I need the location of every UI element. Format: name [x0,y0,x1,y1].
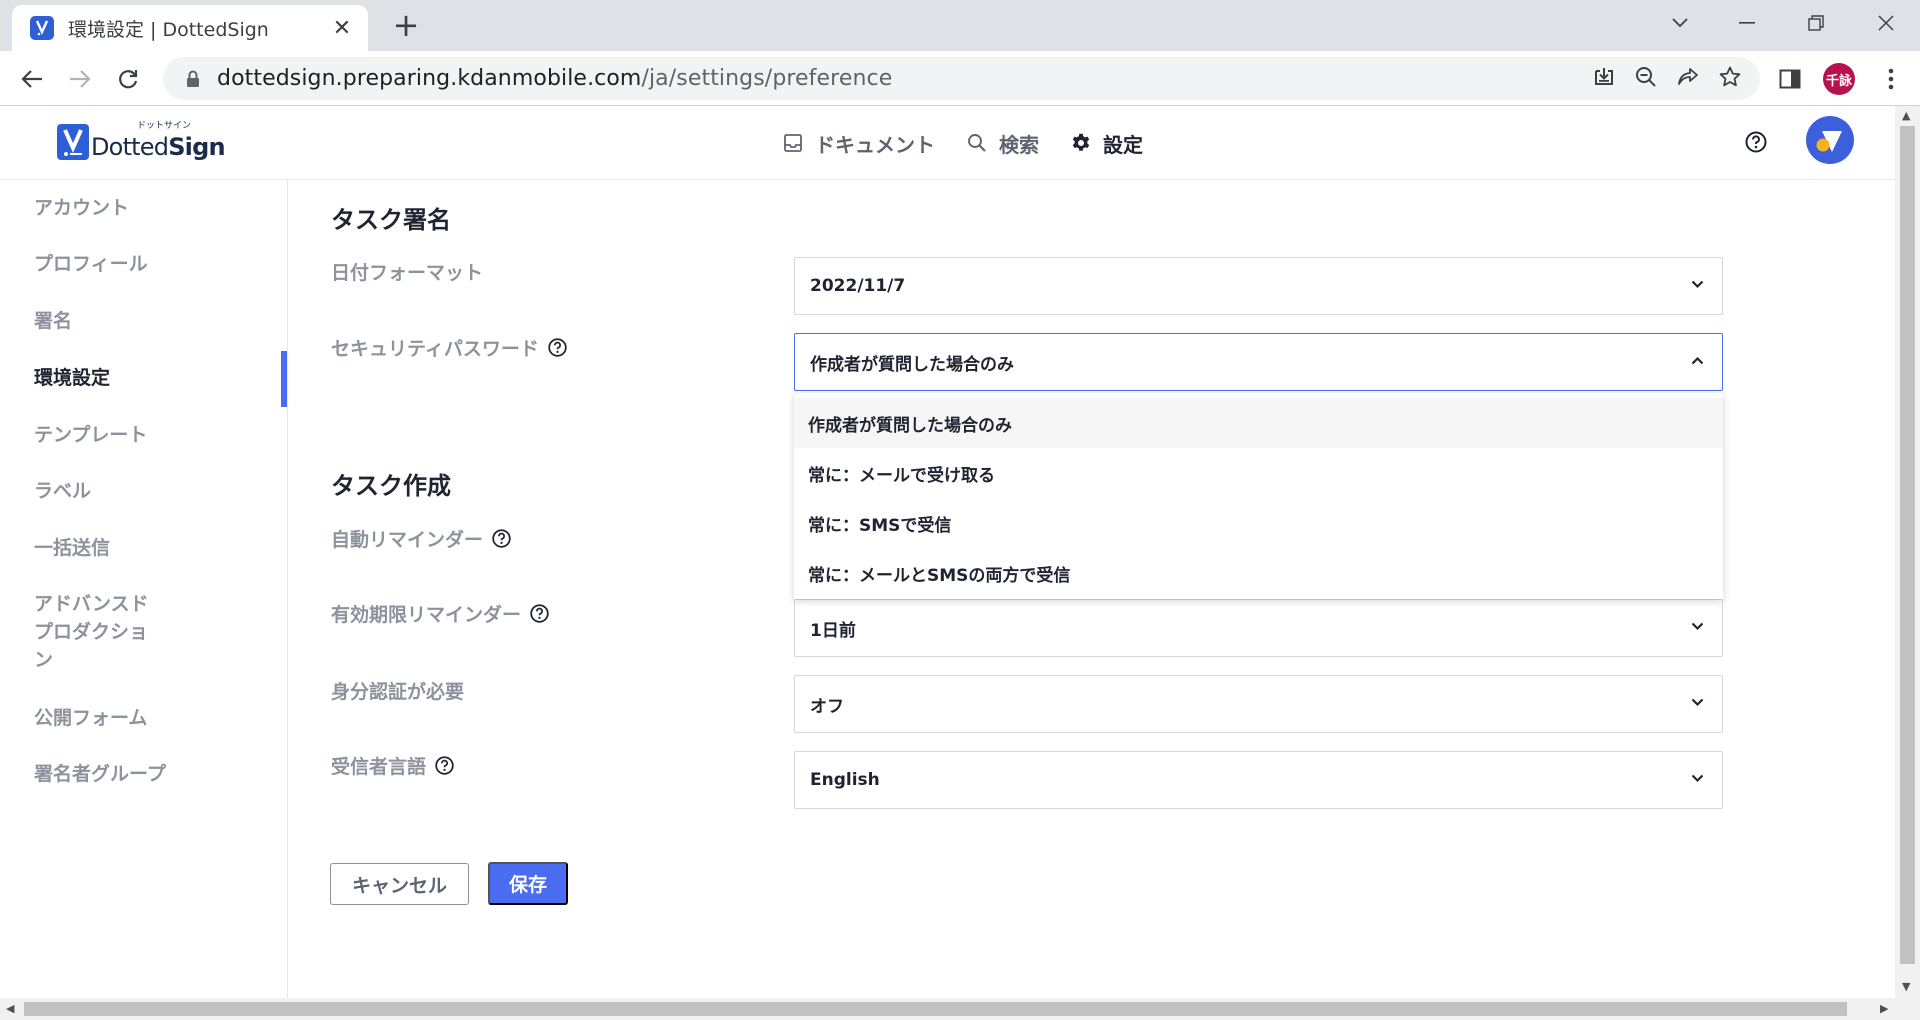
forward-arrow-icon[interactable] [62,61,98,97]
help-icon[interactable] [491,528,512,549]
sidebar-item-template[interactable]: テンプレート [34,421,147,449]
nav-search[interactable]: 検索 [967,129,1039,158]
app-header: ドットサイン DottedSign ドキュメント 検索 設定 [0,106,1895,180]
cancel-button[interactable]: キャンセル [330,863,469,905]
id-required-value: オフ [810,696,844,717]
chevron-down-icon [1691,622,1704,631]
save-button[interactable]: 保存 [488,862,568,905]
tab-title: 環境設定 | DottedSign [68,18,269,41]
inbox-icon [784,134,802,152]
id-required-select[interactable]: オフ [794,675,1723,733]
nav-documents-label: ドキュメント [815,132,935,157]
id-required-label: 身分認証が必要 [331,681,465,703]
date-format-value: 2022/11/7 [810,276,906,296]
user-avatar[interactable] [1806,116,1854,164]
profile-avatar[interactable]: 千詠 [1823,63,1855,95]
logo-kana: ドットサイン [137,121,192,131]
chevron-down-icon [1691,698,1704,707]
security-password-value: 作成者が質問した場合のみ [810,354,1014,375]
sidebar-item-bulk-send[interactable]: 一括送信 [34,534,110,562]
address-bar[interactable]: dottedsign.preparing.kdanmobile.com/ja/s… [163,57,1760,100]
recipient-language-label: 受信者言語 [331,752,455,779]
security-password-label: セキュリティパスワード [331,334,568,361]
install-app-icon[interactable] [1592,65,1616,93]
security-password-dropdown: 作成者が質問した場合のみ 常に：メールで受け取る 常に：SMSで受信 常に：メー… [794,393,1723,599]
horizontal-scroll-thumb[interactable] [24,1002,1847,1016]
security-password-select[interactable]: 作成者が質問した場合のみ [794,333,1723,391]
section-title-task-signing: タスク署名 [331,206,451,234]
auto-reminder-label: 自動リマインダー [331,525,512,552]
close-tab-icon[interactable]: ✕ [330,16,354,41]
expiry-reminder-label: 有効期限リマインダー [331,600,550,627]
chevron-down-icon [1691,774,1704,783]
section-title-task-create: タスク作成 [331,472,451,500]
kebab-menu-icon[interactable] [1873,61,1909,97]
sidebar-item-advanced-line1: アドバンスド [34,593,149,615]
scroll-up-arrow-icon[interactable]: ▲ [1902,109,1910,122]
settings-sidebar: アカウント プロフィール 署名 環境設定 テンプレート ラベル 一括送信 アドバ… [0,180,288,998]
chevron-down-icon [1691,280,1704,289]
vertical-scrollbar[interactable]: ▲ ▼ [1895,106,1920,998]
recipient-language-select[interactable]: English [794,751,1723,809]
help-icon[interactable] [529,603,550,624]
sidebar-item-account[interactable]: アカウント [34,194,129,222]
expiry-reminder-value: 1日前 [810,620,856,641]
side-panel-icon[interactable] [1772,61,1808,97]
sidebar-item-signature[interactable]: 署名 [34,307,72,335]
logo-text: DottedSign [91,133,226,161]
bookmark-star-icon[interactable] [1718,65,1742,93]
nav-search-label: 検索 [999,132,1039,157]
dropdown-option-always-sms[interactable]: 常に：SMSで受信 [794,498,1723,548]
date-format-label: 日付フォーマット [331,262,484,284]
help-icon[interactable] [547,337,568,358]
sidebar-active-indicator [281,351,287,407]
minimize-icon[interactable] [1727,8,1767,38]
scroll-down-arrow-icon[interactable]: ▼ [1902,980,1910,993]
tab-search-chevron-icon[interactable] [1660,8,1700,38]
reload-icon[interactable] [110,61,146,97]
dropdown-option-always-email-and-sms[interactable]: 常に：メールとSMSの両方で受信 [794,548,1723,598]
dottedsign-favicon [30,16,54,40]
back-arrow-icon[interactable] [14,61,50,97]
new-tab-icon[interactable]: + [390,9,422,42]
top-nav: ドキュメント 検索 設定 [783,106,1175,180]
chevron-up-icon [1691,356,1704,365]
dropdown-option-always-email[interactable]: 常に：メールで受け取る [794,448,1723,498]
sidebar-item-signer-group[interactable]: 署名者グループ [34,760,166,788]
lock-icon [187,70,199,87]
scroll-right-arrow-icon[interactable]: ▶ [1880,1002,1888,1015]
help-icon[interactable] [1744,130,1768,158]
scroll-left-arrow-icon[interactable]: ◀ [6,1002,14,1015]
dropdown-option-only-when-asked[interactable]: 作成者が質問した場合のみ [794,398,1723,448]
sidebar-item-public-form[interactable]: 公開フォーム [34,704,147,732]
help-icon[interactable] [434,755,455,776]
restore-icon[interactable] [1796,8,1836,38]
vertical-scroll-thumb[interactable] [1900,126,1915,964]
zoom-out-icon[interactable] [1634,65,1658,93]
url-text: dottedsign.preparing.kdanmobile.com/ja/s… [217,66,893,91]
share-icon[interactable] [1676,65,1700,93]
gear-icon [1072,133,1090,151]
recipient-language-value: English [810,770,880,790]
dottedsign-logo[interactable]: ドットサイン DottedSign [57,121,226,161]
browser-tab[interactable]: 環境設定 | DottedSign ✕ [12,5,368,51]
nav-settings-label: 設定 [1103,132,1143,157]
nav-settings[interactable]: 設定 [1071,129,1143,158]
logo-mark-icon [57,124,89,160]
horizontal-scrollbar[interactable]: ◀ ▶ [0,998,1920,1020]
sidebar-item-advanced-line2: プロダクショ [34,621,149,643]
sidebar-item-preference[interactable]: 環境設定 [34,364,110,392]
browser-toolbar: dottedsign.preparing.kdanmobile.com/ja/s… [0,51,1920,106]
date-format-select[interactable]: 2022/11/7 [794,257,1723,315]
sidebar-item-label[interactable]: ラベル [34,477,91,505]
search-icon [968,134,986,152]
close-window-icon[interactable] [1866,8,1906,38]
expiry-reminder-select[interactable]: 1日前 [794,599,1723,657]
sidebar-item-advanced-line3: ン [34,649,54,671]
nav-documents[interactable]: ドキュメント [783,129,935,158]
sidebar-item-profile[interactable]: プロフィール [34,250,148,278]
browser-tabstrip: 環境設定 | DottedSign ✕ + [0,0,1920,51]
